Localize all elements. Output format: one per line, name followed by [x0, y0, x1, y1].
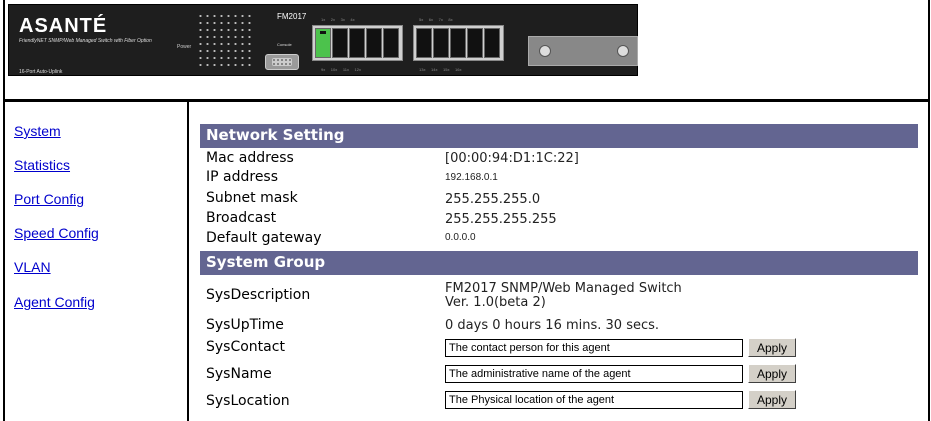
default-gateway-value: 0.0.0.0	[445, 232, 476, 243]
sys-description-label: SysDescription	[206, 287, 311, 303]
sidebar-item-port-config[interactable]: Port Config	[14, 191, 84, 207]
sidebar: System Statistics Port Config Speed Conf…	[5, 102, 189, 421]
sys-uptime-label: SysUpTime	[206, 317, 284, 333]
sys-contact-apply-button[interactable]: Apply	[748, 338, 796, 357]
brand-logo: ASANTÉ	[19, 15, 108, 37]
port-icon	[450, 28, 466, 58]
model-label: FM2017	[277, 12, 307, 21]
port-numbers-bottom-left: 9x 10x 11x 12x	[321, 67, 361, 72]
sidebar-item-speed-config[interactable]: Speed Config	[14, 225, 99, 241]
console-port-icon	[265, 54, 299, 70]
rj45-port-block-2	[413, 25, 504, 61]
mac-address-label: Mac address	[206, 150, 294, 166]
sys-description-value-line2: Ver. 1.0(beta 2)	[445, 295, 546, 310]
port-icon	[484, 28, 500, 58]
sys-name-apply-button[interactable]: Apply	[748, 364, 796, 383]
port-icon	[433, 28, 449, 58]
port-icon	[467, 28, 483, 58]
ip-address-value: 192.168.0.1	[445, 172, 498, 183]
port-icon	[349, 28, 365, 58]
sys-description-value-line1: FM2017 SNMP/Web Managed Switch	[445, 281, 682, 296]
port-numbers-top-right: 5x 6x 7x 8x	[419, 17, 453, 22]
sidebar-item-system[interactable]: System	[14, 123, 61, 139]
system-group-header: System Group	[200, 251, 918, 275]
main-content: Network Setting Mac address [00:00:94:D1…	[200, 118, 918, 418]
fiber-module-icon	[528, 36, 638, 66]
ip-address-label: IP address	[206, 169, 279, 185]
rj45-port-block-1	[312, 25, 403, 61]
network-setting-header: Network Setting	[200, 124, 918, 148]
sys-contact-input[interactable]	[445, 339, 743, 357]
sys-uptime-value: 0 days 0 hours 16 mins. 30 secs.	[445, 318, 660, 333]
port-icon	[332, 28, 348, 58]
led-indicators	[197, 13, 253, 73]
mac-address-value: [00:00:94:D1:1C:22]	[445, 151, 579, 166]
port-numbers-bottom-right: 13x 14x 15x 16x	[419, 67, 462, 72]
sys-name-input[interactable]	[445, 365, 743, 383]
port-icon	[315, 28, 331, 58]
brand-footer: 16-Port Auto-Uplink	[19, 69, 63, 75]
sys-location-apply-button[interactable]: Apply	[748, 390, 796, 409]
device-banner: ASANTÉ FriendlyNET SNMP/Web Managed Swit…	[8, 4, 638, 76]
brand-subtitle: FriendlyNET SNMP/Web Managed Switch with…	[19, 38, 152, 44]
port-numbers-top-left: 1x 2x 3x 4x	[321, 17, 355, 22]
sidebar-item-agent-config[interactable]: Agent Config	[14, 294, 95, 310]
subnet-mask-value: 255.255.255.0	[445, 192, 541, 207]
sys-location-label: SysLocation	[206, 393, 290, 409]
sys-contact-label: SysContact	[206, 339, 285, 355]
default-gateway-label: Default gateway	[206, 230, 322, 246]
port-icon	[416, 28, 432, 58]
broadcast-label: Broadcast	[206, 210, 277, 226]
subnet-mask-label: Subnet mask	[206, 190, 298, 206]
sys-name-label: SysName	[206, 366, 272, 382]
sidebar-item-vlan[interactable]: VLAN	[14, 259, 51, 275]
broadcast-value: 255.255.255.255	[445, 212, 557, 227]
sys-location-input[interactable]	[445, 391, 743, 409]
port-icon	[383, 28, 399, 58]
sidebar-item-statistics[interactable]: Statistics	[14, 157, 70, 173]
port-icon	[366, 28, 382, 58]
console-label: Console	[277, 42, 292, 47]
power-label: Power	[177, 44, 192, 50]
